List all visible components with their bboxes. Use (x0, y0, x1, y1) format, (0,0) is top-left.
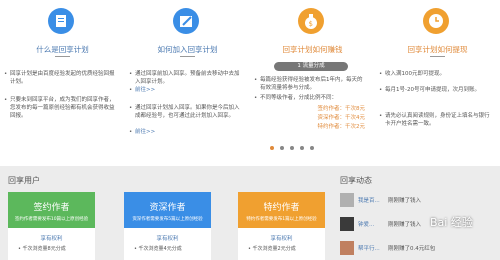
divider (430, 56, 445, 57)
svg-text:$: $ (309, 20, 313, 28)
col-title: 回享计划如何赚钱 (282, 45, 343, 54)
carousel-dot[interactable] (300, 146, 304, 150)
bullet: 每月1号-20号可申请提现，次月到账。 (379, 86, 492, 94)
card-head: 资深作者 资深作者需要发布5篇以上原创经验 (124, 192, 211, 228)
bullet: 收入满100元即可提现。 (379, 70, 492, 78)
col-withdraw: 回享计划如何提现 收入满100元即可提现。 每月1号-20号可申请提现，次月到账… (375, 0, 500, 166)
card-title: 特约作者 (263, 203, 300, 213)
col-join: 如何加入回享计划 通过回享前加入回享。预备前去移动中去加入回享计划。 前往>> … (125, 0, 250, 166)
intro-icon (48, 8, 74, 34)
card-desc: 资深作者需要发布5篇以上原创经验 (132, 217, 203, 222)
divider (180, 56, 195, 57)
col-title: 回享计划如何提现 (407, 45, 468, 54)
avatar (340, 241, 354, 255)
section-title-feed: 回享动态 (340, 176, 372, 185)
bullet: 只要未到回享平台，成为我们的回享作者，您发布的每一篇原创经验都有机会获得收益回报… (4, 96, 117, 120)
carousel-dot[interactable] (310, 146, 314, 150)
card-line: • 千次浏览量8元分成 (18, 246, 66, 252)
feed-user[interactable]: 帮平行... (358, 244, 380, 252)
tag-pill: 1 流量分成 (274, 62, 348, 71)
carousel-dot[interactable] (280, 146, 284, 150)
feed-text: 刚刚赚了钱入 (388, 222, 422, 228)
money-bag-icon: $ (298, 8, 324, 34)
bullet: 通过回享计划加入回享。如果你是今后加入成都经验号，也可通过此计划加入回享。 (129, 104, 242, 120)
feed-item[interactable]: 钟爱... 刚刚赚了钱入 (340, 214, 500, 232)
card-privilege: 享有权利 (270, 236, 293, 242)
bullet: 回享计划是由百度经验发起的优质经验回报计划。 (4, 70, 117, 86)
card-head: 特约作者 特约作者需要发布1篇以上原创经验 (238, 192, 325, 228)
intro-panel: 什么是回享计划 回享计划是由百度经验发起的优质经验回报计划。 只要未到回享平台，… (0, 0, 500, 166)
card-privilege: 享有权利 (40, 236, 63, 242)
col-what: 什么是回享计划 回享计划是由百度经验发起的优质经验回报计划。 只要未到回享平台，… (0, 0, 125, 166)
col-title: 如何加入回享计划 (157, 45, 218, 54)
watermark-logo: Bai 经验 (430, 216, 473, 229)
avatar (340, 217, 354, 231)
carousel-dots[interactable] (270, 145, 320, 151)
card-desc: 签约作者需要发布10篇以上原创经验 (14, 217, 89, 222)
card-privilege: 享有权利 (156, 236, 179, 242)
card-line: • 千次浏览量2元分成 (248, 246, 296, 252)
activity-feed: 我是百... 刚刚赚了钱入 钟爱... 刚刚赚了钱入 帮平行... 刚刚赚了0.… (340, 188, 500, 260)
rate-text: 签约作者：千次8元 (317, 106, 366, 112)
feed-item[interactable]: 我是百... 刚刚赚了钱入 (340, 190, 500, 208)
feed-text: 刚刚赚了钱入 (388, 198, 422, 204)
goto-link[interactable]: 前往>> (129, 86, 242, 94)
rate-text: 特约作者：千次2元 (317, 124, 366, 130)
bullet: 不同等级作者，分成比例不同： (254, 94, 367, 102)
section-title-users: 回享用户 (8, 176, 40, 185)
card-title: 资深作者 (149, 203, 186, 213)
col-title: 什么是回享计划 (36, 45, 89, 54)
card-title: 签约作者 (33, 203, 70, 213)
avatar (340, 193, 354, 207)
carousel-dot[interactable] (270, 146, 274, 150)
rate-text: 资深作者：千次4元 (317, 115, 366, 121)
feed-text: 刚刚赚了0.4元红包 (388, 246, 436, 252)
card-desc: 特约作者需要发布1篇以上原创经验 (246, 217, 317, 222)
feed-user[interactable]: 钟爱... (358, 220, 374, 228)
card-senior-author[interactable]: 资深作者 资深作者需要发布5篇以上原创经验 享有权利 • 千次浏览量4元分成 (124, 192, 211, 260)
card-head: 签约作者 签约作者需要发布10篇以上原创经验 (8, 192, 95, 228)
goto-link[interactable]: 前往>> (129, 128, 242, 136)
card-special-author[interactable]: 特约作者 特约作者需要发布1篇以上原创经验 享有权利 • 千次浏览量2元分成 (238, 192, 325, 260)
bullet: 每篇经验获得经验被发布后1年内，每天的有效流量将参与分成。 (254, 76, 367, 92)
card-signed-author[interactable]: 签约作者 签约作者需要发布10篇以上原创经验 享有权利 • 千次浏览量8元分成 (8, 192, 95, 260)
carousel-dot[interactable] (290, 146, 294, 150)
bullet: 通过回享前加入回享。预备前去移动中去加入回享计划。 (129, 70, 242, 86)
bullet: 请先必认真阅读规则，身份证上填名与银行卡开户姓名需一致。 (379, 112, 492, 128)
divider (55, 56, 70, 57)
feed-user[interactable]: 我是百... (358, 196, 380, 204)
col-earn: $ 回享计划如何赚钱 1 流量分成 每篇经验获得经验被发布后1年内，每天的有效流… (250, 0, 375, 166)
clock-icon (423, 8, 449, 34)
card-line: • 千次浏览量4元分成 (134, 246, 182, 252)
pencil-icon (173, 8, 199, 34)
feed-item[interactable]: 帮平行... 刚刚赚了0.4元红包 (340, 238, 500, 256)
